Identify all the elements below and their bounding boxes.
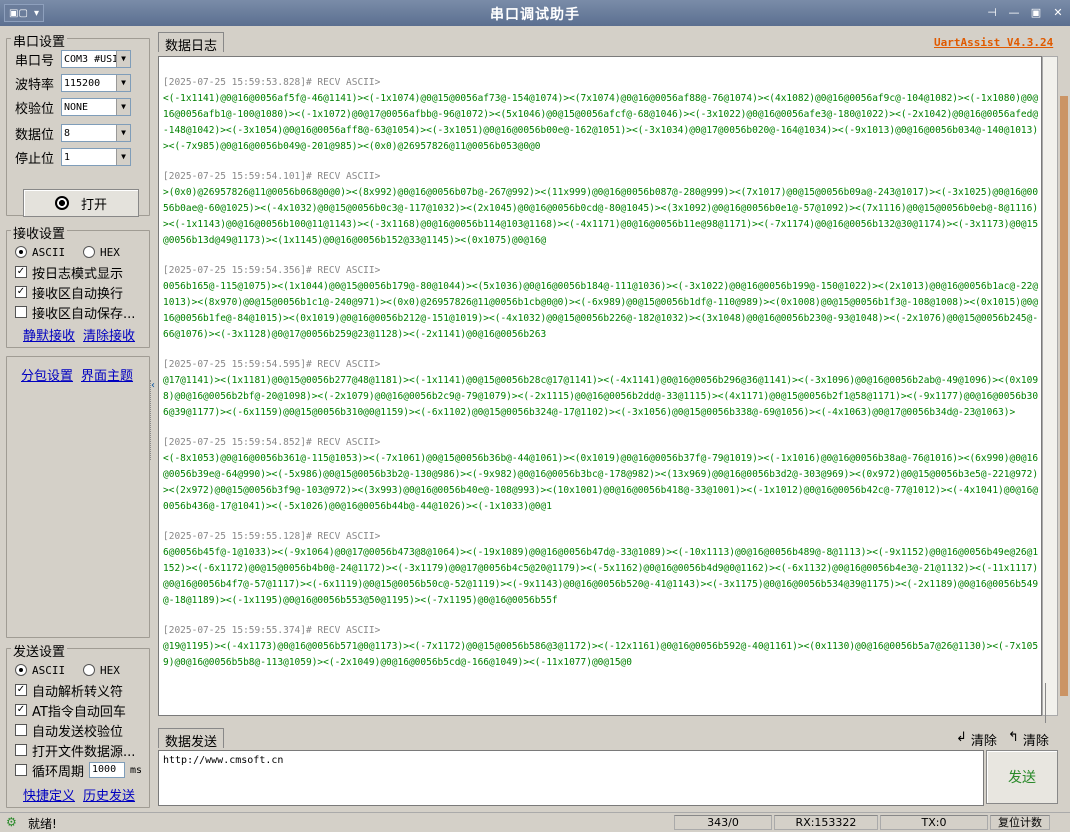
chevron-down-icon: ▼: [116, 99, 130, 115]
log-entry-data: <(-1x1141)@0@16@0056af5f@-46@1141)><(-1x…: [163, 93, 1039, 152]
tab-data-log[interactable]: 数据日志: [158, 32, 225, 54]
chevron-down-icon: ▼: [116, 75, 130, 91]
chevron-down-icon: ▼: [116, 149, 130, 165]
brand-label[interactable]: UartAssist V4.3.24: [934, 36, 1053, 49]
baud-label: 波特率: [15, 77, 55, 93]
send-settings-title: 发送设置: [11, 641, 68, 660]
escape-checkbox[interactable]: ✓ 自动解析转义符: [15, 681, 123, 700]
port-combo[interactable]: COM3 #USI ▼: [61, 50, 131, 68]
tab-data-send[interactable]: 数据发送: [158, 728, 225, 750]
chevron-down-icon: ▼: [116, 125, 130, 141]
log-entry-data: 6@0056b45f@-1@1033)><(-9x1064)@0@17@0056…: [163, 547, 1039, 606]
reset-count-button[interactable]: 复位计数: [990, 815, 1050, 830]
recv-settings-title: 接收设置: [11, 223, 68, 242]
log-entry-header: [2025-07-25 15:59:54.852]# RECV ASCII>: [163, 437, 381, 448]
clear-recv-link[interactable]: 清除接收: [83, 325, 135, 344]
log-pane[interactable]: [2025-07-25 15:59:53.828]# RECV ASCII> <(…: [158, 56, 1042, 716]
serial-settings-group: 串口设置 串口号 COM3 #USI ▼ 波特率 115200 ▼ 校验位 NONE ▼ 数…: [6, 31, 150, 217]
log-entry-header: [2025-07-25 15:59:55.128]# RECV ASCII>: [163, 531, 381, 542]
log-entry-data: <(-8x1053)@0@16@0056b361@-115@1053)><(-7…: [163, 453, 1039, 512]
send-hex-radio[interactable]: HEX: [83, 661, 120, 679]
status-bar: ⚙ 就绪! 343/0 RX:153322 TX:0 复位计数: [0, 812, 1070, 831]
collapse-panel-icon[interactable]: ‹: [150, 380, 156, 460]
serial-settings-title: 串口设置: [11, 31, 68, 50]
baud-combo[interactable]: 115200 ▼: [61, 74, 131, 92]
log-scrollbar[interactable]: [1042, 56, 1058, 723]
file-source-checkbox[interactable]: 打开文件数据源...: [15, 741, 135, 760]
chevron-down-icon: ▼: [116, 51, 130, 67]
silent-recv-link[interactable]: 静默接收: [23, 325, 75, 344]
recv-settings-group: 接收设置 ASCII HEX ✓ 按日志模式显示 ✓ 接收区自动换行 接收区自动保存…: [6, 223, 150, 348]
at-cr-checkbox[interactable]: ✓ AT指令自动回车: [15, 701, 126, 720]
parity-label: 校验位: [15, 101, 55, 117]
log-mode-checkbox[interactable]: ✓ 按日志模式显示: [15, 263, 123, 282]
databits-label: 数据位: [15, 127, 55, 143]
clear-send-button[interactable]: ↲ 清除: [956, 730, 997, 749]
cycle-input[interactable]: 1000: [89, 762, 126, 778]
stopbits-label: 停止位: [15, 151, 55, 167]
status-icon: ⚙: [6, 815, 17, 829]
log-entry-header: [2025-07-25 15:59:55.374]# RECV ASCII>: [163, 625, 381, 636]
status-count: 343/0: [674, 815, 772, 830]
open-port-button[interactable]: 打开: [23, 189, 139, 217]
quick-define-link[interactable]: 快捷定义: [23, 785, 75, 804]
recv-hex-radio[interactable]: HEX: [83, 243, 120, 261]
checksum-checkbox[interactable]: 自动发送校验位: [15, 721, 123, 740]
recv-ascii-radio[interactable]: ASCII: [15, 243, 65, 261]
log-entry-data: 0056b165@-115@1075)><(1x1044)@0@15@0056b…: [163, 281, 1039, 340]
send-button[interactable]: 发送: [986, 750, 1058, 804]
title-bar: ▣▢ ▾ 串口调试助手 ⊣ — ▣ ✕: [0, 0, 1070, 26]
send-settings-group: 发送设置 ASCII HEX ✓ 自动解析转义符 ✓ AT指令自动回车 自动发送校验…: [6, 641, 150, 808]
theme-link[interactable]: 界面主题: [81, 365, 133, 384]
window-title: 串口调试助手: [490, 7, 580, 23]
log-entry-header: [2025-07-25 15:59:53.828]# RECV ASCII>: [163, 77, 381, 88]
send-ascii-radio[interactable]: ASCII: [15, 661, 65, 679]
clear-all-button[interactable]: ↰ 清除: [1008, 730, 1049, 749]
log-entry-data: @17@1141)><(1x1181)@0@15@0056b277@48@118…: [163, 375, 1039, 418]
packet-settings-link[interactable]: 分包设置: [21, 365, 73, 384]
status-tx: TX:0: [880, 815, 988, 830]
databits-combo[interactable]: 8 ▼: [61, 124, 131, 142]
pin-icon[interactable]: ⊣: [982, 5, 1002, 21]
cycle-unit: ms: [130, 764, 143, 776]
side-accent: [1060, 96, 1068, 696]
extra-settings-group: 分包设置 界面主题: [6, 356, 150, 638]
port-label: 串口号: [15, 53, 55, 69]
auto-wrap-checkbox[interactable]: ✓ 接收区自动换行: [15, 283, 123, 302]
log-entry-data: >(0x0)@26957826@11@0056b068@0@0)><(8x992…: [163, 187, 1039, 246]
auto-save-checkbox[interactable]: 接收区自动保存...: [15, 303, 135, 322]
cycle-checkbox[interactable]: 循环周期 1000 ms: [15, 761, 143, 780]
history-link[interactable]: 历史发送: [83, 785, 135, 804]
arrow-up-left-icon: ↰: [1008, 730, 1019, 745]
status-ready: 就绪!: [28, 817, 57, 831]
record-icon: [54, 196, 69, 210]
send-input[interactable]: http://www.cmsoft.cn: [158, 750, 984, 806]
close-button[interactable]: ✕: [1048, 5, 1068, 21]
maximize-button[interactable]: ▣: [1026, 5, 1046, 21]
stopbits-combo[interactable]: 1 ▼: [61, 148, 131, 166]
log-entry-data: @19@1195)><(-4x1173)@0@16@0056b571@0@117…: [163, 641, 1039, 668]
minimize-button[interactable]: —: [1004, 5, 1024, 21]
parity-combo[interactable]: NONE ▼: [61, 98, 131, 116]
log-entry-header: [2025-07-25 15:59:54.101]# RECV ASCII>: [163, 171, 381, 182]
log-entry-header: [2025-07-25 15:59:54.595]# RECV ASCII>: [163, 359, 381, 370]
log-entry-header: [2025-07-25 15:59:54.356]# RECV ASCII>: [163, 265, 381, 276]
status-rx: RX:153322: [774, 815, 878, 830]
arrow-down-left-icon: ↲: [956, 730, 967, 745]
